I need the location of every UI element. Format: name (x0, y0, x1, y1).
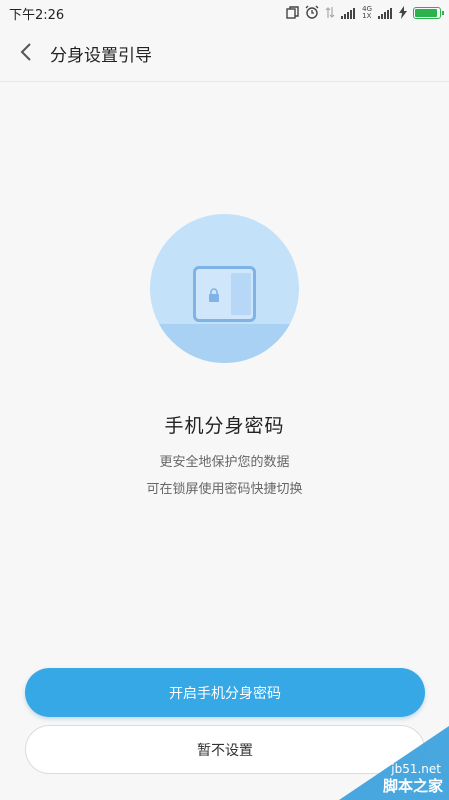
data-transfer-icon (325, 4, 335, 23)
chevron-left-icon (19, 42, 33, 66)
page-title: 分身设置引导 (50, 46, 152, 66)
status-time: 下午2:26 (9, 7, 65, 23)
signal-icon-1 (341, 4, 356, 23)
battery-level (415, 9, 437, 17)
title-bar: 分身设置引导 (0, 26, 449, 82)
charging-icon (399, 4, 407, 23)
enable-password-button[interactable]: 开启手机分身密码 (25, 668, 425, 717)
status-bar: 下午2:26 4G 1X (0, 0, 449, 26)
phone-lock-illustration (150, 214, 299, 363)
lock-icon (208, 287, 220, 306)
phone-panel (231, 273, 251, 315)
back-button[interactable] (4, 26, 48, 82)
battery-icon (413, 7, 444, 19)
signal-icon-2 (378, 4, 393, 23)
status-icons: 4G 1X (286, 4, 444, 23)
skip-setup-label: 暂不设置 (197, 742, 253, 759)
phone-lock-icon (193, 266, 256, 322)
enable-password-label: 开启手机分身密码 (169, 685, 281, 702)
multi-window-icon (286, 4, 299, 23)
feature-description-2: 可在锁屏使用密码快捷切换 (146, 482, 303, 497)
alarm-icon (305, 4, 319, 23)
illustration-shadow (150, 324, 299, 363)
network-type-bottom: 1X (362, 12, 372, 20)
feature-title: 手机分身密码 (164, 415, 285, 437)
watermark-domain: jb51.net (391, 762, 441, 776)
network-type: 4G 1X (362, 6, 372, 20)
feature-description-1: 更安全地保护您的数据 (159, 455, 290, 470)
watermark: jb51.net 脚本之家 (339, 726, 449, 800)
watermark-name: 脚本之家 (382, 777, 443, 795)
